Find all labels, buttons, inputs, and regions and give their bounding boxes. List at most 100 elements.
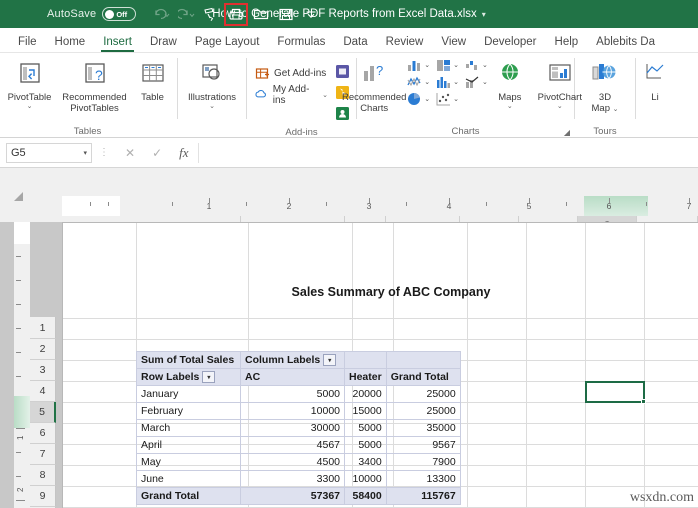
line-chart-button[interactable]: ⌄: [406, 74, 430, 90]
pivot-row-label-january: January: [136, 385, 241, 403]
waterfall-chart-chevron-down-icon[interactable]: ⌄: [482, 61, 488, 69]
line-chart-chevron-down-icon[interactable]: ⌄: [424, 78, 430, 86]
row-header-8[interactable]: 8: [30, 465, 56, 486]
fill-handle[interactable]: [641, 399, 646, 404]
row-header-5[interactable]: 5: [30, 402, 56, 423]
selected-cell-g5[interactable]: [585, 381, 646, 404]
illustrations-label: Illustrations: [187, 92, 237, 103]
grid-pane[interactable]: Sales Summary of ABC Company Sum of Tota…: [56, 222, 698, 508]
tab-view[interactable]: View: [432, 34, 475, 52]
pie-chart-chevron-down-icon[interactable]: ⌄: [424, 95, 430, 103]
get-addins-button[interactable]: Get Add-ins: [253, 64, 330, 83]
waterfall-chart-button[interactable]: ⌄: [464, 57, 488, 73]
save-icon[interactable]: [275, 4, 297, 25]
tab-page-layout[interactable]: Page Layout: [186, 34, 269, 52]
tab-ablebits-data[interactable]: Ablebits Da: [587, 34, 664, 52]
3d-map-button[interactable]: 3D Map ⌄: [580, 56, 630, 114]
select-all-corner[interactable]: [14, 192, 23, 201]
line-sparkline-label: Li: [651, 92, 659, 103]
maps-button[interactable]: Maps ⌄: [489, 56, 531, 110]
insert-function-icon[interactable]: fx: [179, 145, 188, 161]
pivotchart-chevron-down-icon[interactable]: ⌄: [557, 103, 563, 110]
watermark: wsxdn.com: [629, 490, 694, 505]
tab-file[interactable]: File: [9, 34, 46, 52]
recommended-charts-button[interactable]: ? Recommended Charts: [342, 56, 406, 114]
scatter-chart-button[interactable]: ⌄: [435, 91, 459, 107]
illustrations-button[interactable]: Illustrations ⌄: [183, 56, 241, 110]
ribbon-group-tables: PivotTable ⌄ ? Recommended PivotTables T…: [0, 53, 175, 137]
chart-type-gallery: ⌄ ⌄ ⌄ ⌄ ⌄ ⌄ ⌄ ⌄: [406, 56, 488, 107]
tab-data[interactable]: Data: [334, 34, 376, 52]
pivot-cell-may-total: 7900: [385, 453, 461, 471]
name-box[interactable]: G5 ▾: [6, 142, 92, 163]
statistic-chart-chevron-down-icon[interactable]: ⌄: [453, 78, 459, 86]
title-dropdown-caret-icon[interactable]: ▾: [482, 10, 486, 19]
row-header-7[interactable]: 7: [30, 444, 56, 465]
illustrations-chevron-down-icon[interactable]: ⌄: [209, 103, 215, 110]
addins-group-label: Add-ins: [285, 127, 318, 138]
row-header-9[interactable]: 9: [30, 486, 56, 507]
pivot-grand-total-ac: 57367: [240, 487, 345, 505]
tab-home[interactable]: Home: [46, 34, 95, 52]
charts-group-label: Charts: [451, 126, 480, 137]
row-header-1[interactable]: 1: [30, 317, 56, 339]
name-box-chevron-down-icon[interactable]: ▾: [83, 149, 87, 157]
row-labels-filter-button[interactable]: ▾: [202, 371, 216, 384]
tab-insert[interactable]: Insert: [94, 34, 141, 52]
pivottable-button[interactable]: PivotTable ⌄: [2, 56, 58, 110]
tab-formulas[interactable]: Formulas: [268, 34, 334, 52]
table-label: Table: [141, 92, 164, 103]
column-chart-button[interactable]: ⌄: [406, 57, 430, 73]
cancel-icon[interactable]: ✕: [125, 146, 135, 160]
undo-icon[interactable]: [150, 4, 172, 25]
row-header-4[interactable]: 4: [30, 381, 56, 402]
scatter-chart-chevron-down-icon[interactable]: ⌄: [453, 95, 459, 103]
charts-dialog-launcher[interactable]: ◢: [564, 128, 570, 137]
enter-icon[interactable]: ✓: [152, 146, 162, 160]
formula-bar-splitter[interactable]: ⋮: [99, 147, 109, 158]
combo-chart-chevron-down-icon[interactable]: ⌄: [482, 78, 488, 86]
formula-input[interactable]: [197, 142, 698, 163]
autosave-control[interactable]: AutoSave Off: [47, 7, 137, 21]
autosave-toggle[interactable]: Off: [102, 7, 137, 21]
autosave-state-label: Off: [116, 9, 128, 19]
pivot-row-label-june: June: [136, 470, 241, 488]
pivot-grand-total-row: Grand Total 57367 58400 115767: [136, 487, 461, 505]
my-addins-button[interactable]: My Add-ins ⌄: [253, 84, 330, 106]
redo-icon[interactable]: [175, 4, 197, 25]
tab-help[interactable]: Help: [546, 34, 588, 52]
row-header-6[interactable]: 6: [30, 423, 56, 444]
line-sparkline-button[interactable]: Li: [640, 56, 670, 103]
ribbon-separator: [177, 58, 178, 119]
row-header-3[interactable]: 3: [30, 360, 56, 381]
pivot-sum-of-total-sales: Sum of Total Sales: [136, 351, 241, 369]
format-painter-icon[interactable]: [200, 4, 222, 25]
customize-qat-icon[interactable]: [300, 4, 322, 25]
combo-chart-button[interactable]: ⌄: [464, 74, 488, 90]
3d-map-chevron-down-icon[interactable]: ⌄: [613, 106, 619, 113]
row-header-2[interactable]: 2: [30, 339, 56, 360]
my-addins-chevron-down-icon[interactable]: ⌄: [322, 91, 328, 99]
open-folder-icon[interactable]: [250, 4, 272, 25]
column-labels-filter-button[interactable]: ▾: [323, 354, 337, 367]
pivot-cell-june-ac: 3300: [240, 470, 345, 488]
tab-developer[interactable]: Developer: [475, 34, 545, 52]
pivotchart-icon: [547, 58, 573, 90]
hierarchy-chart-button[interactable]: ⌄: [435, 57, 459, 73]
pie-chart-icon: [408, 93, 421, 105]
pie-chart-button[interactable]: ⌄: [406, 91, 430, 107]
table-button[interactable]: Table: [132, 56, 174, 103]
maps-chevron-down-icon[interactable]: ⌄: [507, 103, 513, 110]
excel-window: How to Generate PDF Reports from Excel D…: [0, 0, 698, 508]
hierarchy-chart-chevron-down-icon[interactable]: ⌄: [453, 61, 459, 69]
statistic-chart-button[interactable]: ⌄: [435, 74, 459, 90]
tab-review[interactable]: Review: [377, 34, 433, 52]
pivot-grand-total-total: 115767: [385, 487, 461, 505]
print-icon[interactable]: [224, 2, 249, 26]
pivot-table[interactable]: Sum of Total Sales Column Labels ▾ Row La…: [136, 351, 461, 505]
tab-draw[interactable]: Draw: [141, 34, 186, 52]
pivottable-chevron-down-icon[interactable]: ⌄: [27, 103, 33, 110]
recommended-pivottables-button[interactable]: ? Recommended PivotTables: [59, 56, 131, 114]
column-chart-chevron-down-icon[interactable]: ⌄: [424, 61, 430, 69]
pivot-cell-march-heater: 5000: [344, 419, 387, 437]
